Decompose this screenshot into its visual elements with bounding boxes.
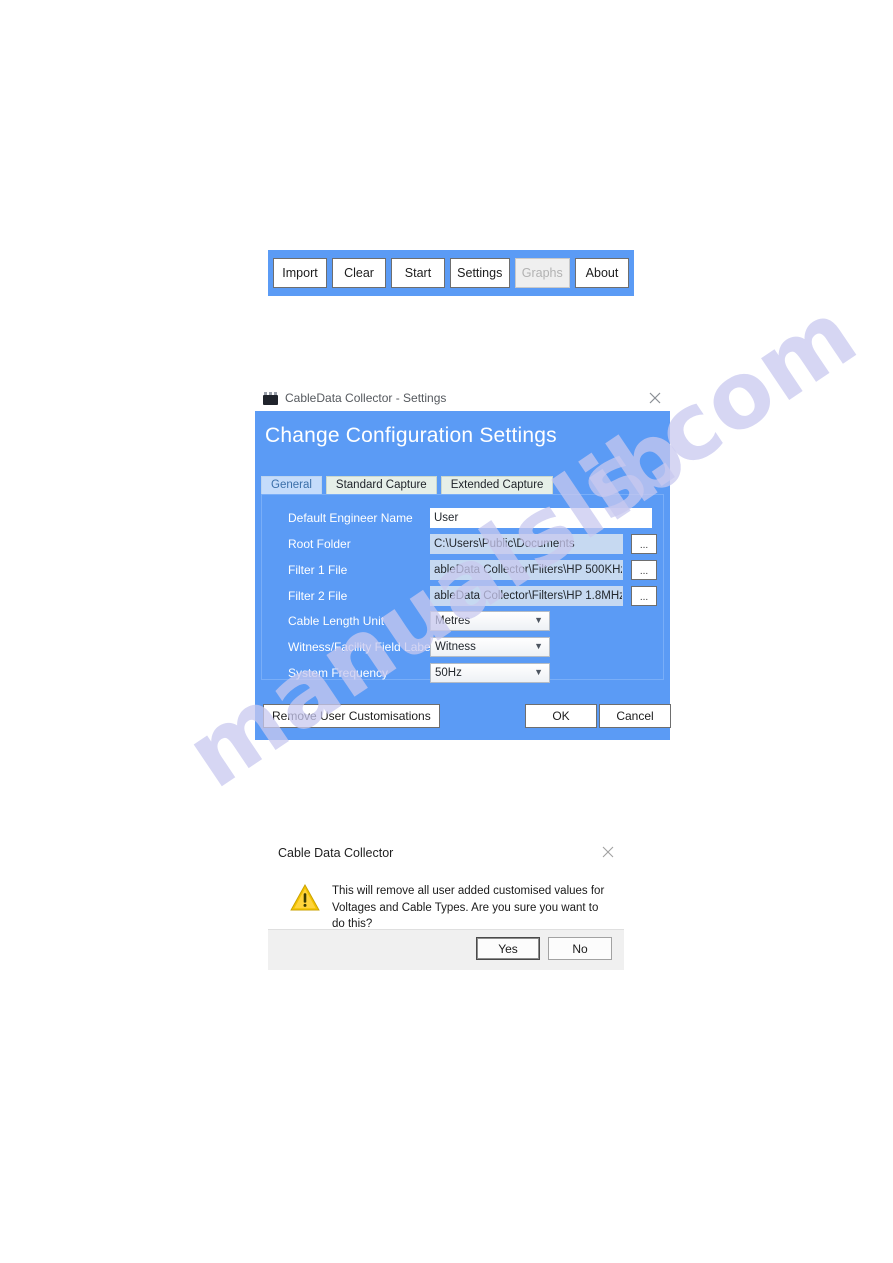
- label-filter-2-file: Filter 2 File: [288, 589, 348, 603]
- toolbar-button-import[interactable]: Import: [273, 258, 327, 288]
- no-button[interactable]: No: [548, 937, 612, 960]
- settings-titlebar[interactable]: CableData Collector - Settings: [255, 385, 670, 411]
- tab-extended-capture[interactable]: Extended Capture: [440, 476, 554, 495]
- message-box-content: This will remove all user added customis…: [268, 868, 624, 933]
- settings-footer: Remove User Customisations OK Cancel: [255, 694, 671, 740]
- toolbar-button-clear[interactable]: Clear: [332, 258, 386, 288]
- toolbar-button-graphs: Graphs: [514, 258, 570, 288]
- input-root-folder[interactable]: C:\Users\Public\Documents: [430, 534, 623, 554]
- select-cable-length-unit[interactable]: Metres ▼: [430, 611, 550, 631]
- message-box-title: Cable Data Collector: [278, 846, 394, 860]
- settings-dialog: CableData Collector - Settings Change Co…: [255, 385, 671, 740]
- settings-general-panel: Default Engineer Name User Root Folder C…: [261, 494, 664, 683]
- confirmation-message-box: Cable Data Collector This will remove al…: [268, 838, 624, 970]
- settings-window-title: CableData Collector - Settings: [285, 391, 447, 405]
- toolbar-button-start[interactable]: Start: [391, 258, 445, 288]
- browse-button-root-folder[interactable]: ...: [631, 534, 657, 554]
- tab-general[interactable]: General: [261, 476, 322, 495]
- message-box-titlebar[interactable]: Cable Data Collector: [268, 838, 624, 868]
- label-filter-1-file: Filter 1 File: [288, 563, 348, 577]
- settings-heading: Change Configuration Settings: [265, 424, 557, 447]
- select-system-frequency[interactable]: 50Hz ▼: [430, 663, 550, 683]
- input-filter-2-file[interactable]: ableData Collector\Filters\HP 1.8MHz.coe: [430, 586, 623, 606]
- label-system-frequency: System Frequency: [288, 666, 389, 680]
- chevron-down-icon: ▼: [534, 667, 543, 677]
- remove-user-customisations-button[interactable]: Remove User Customisations: [263, 704, 440, 728]
- message-box-footer: Yes No: [268, 929, 624, 970]
- select-system-frequency-value: 50Hz: [435, 667, 462, 679]
- input-default-engineer-name[interactable]: User: [430, 508, 652, 528]
- close-icon[interactable]: [600, 844, 616, 860]
- label-cable-length-unit: Cable Length Unit: [288, 614, 385, 628]
- toolbar-button-about[interactable]: About: [575, 258, 629, 288]
- select-cable-length-unit-value: Metres: [435, 615, 471, 627]
- yes-button[interactable]: Yes: [476, 937, 540, 960]
- label-default-engineer-name: Default Engineer Name: [288, 511, 413, 525]
- message-box-text: This will remove all user added customis…: [332, 885, 605, 931]
- browse-button-filter-1-file[interactable]: ...: [631, 560, 657, 580]
- tab-standard-capture[interactable]: Standard Capture: [325, 476, 437, 495]
- input-filter-1-file[interactable]: ableData Collector\Filters\HP 500KHz.coe: [430, 560, 623, 580]
- settings-body: Change Configuration Settings General St…: [255, 411, 671, 740]
- select-witness-facility-field[interactable]: Witness ▼: [430, 637, 550, 657]
- label-root-folder: Root Folder: [288, 537, 351, 551]
- chevron-down-icon: ▼: [534, 641, 543, 651]
- warning-icon: [290, 884, 320, 911]
- browse-button-filter-2-file[interactable]: ...: [631, 586, 657, 606]
- toolbar-button-settings[interactable]: Settings: [450, 258, 510, 288]
- main-toolbar: Import Clear Start Settings Graphs About: [268, 250, 634, 296]
- ok-button[interactable]: OK: [525, 704, 597, 728]
- app-icon: [263, 391, 278, 405]
- close-icon[interactable]: [646, 389, 664, 407]
- cancel-button[interactable]: Cancel: [599, 704, 671, 728]
- label-witness-facility-field: Witness/Facility Field Label: [288, 640, 434, 654]
- chevron-down-icon: ▼: [534, 615, 543, 625]
- select-witness-facility-field-value: Witness: [435, 641, 476, 653]
- settings-tabstrip: General Standard Capture Extended Captur…: [261, 475, 557, 495]
